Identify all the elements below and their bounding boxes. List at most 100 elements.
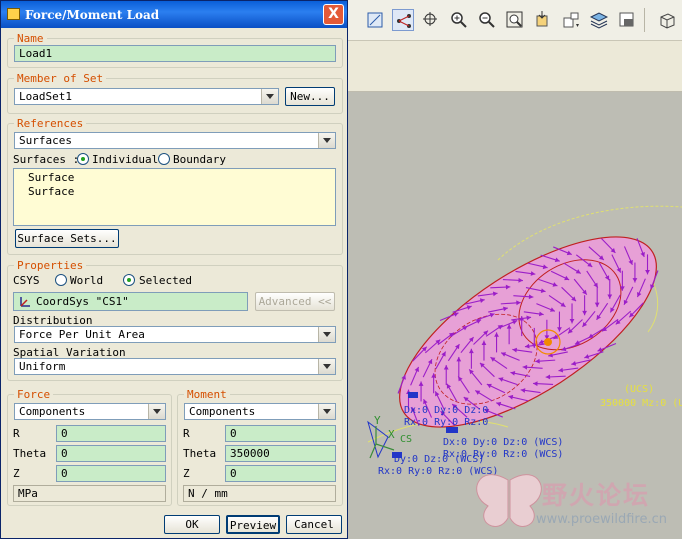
graphics-viewport[interactable]: Y X CS (UCS) 350000 Mz:0 (U Dx:0 Dy:0 Dz… — [348, 92, 682, 539]
force-theta-field[interactable]: 0 — [56, 445, 166, 462]
load-set-combo[interactable]: LoadSet1 — [14, 88, 279, 105]
axis-y-label: Y — [374, 414, 381, 427]
moment-units-field[interactable]: N / mm — [183, 485, 336, 502]
preview-button[interactable]: Preview — [226, 515, 280, 534]
coord-sys-icon — [20, 297, 30, 307]
coord-sys-field[interactable]: CoordSys "CS1" — [13, 292, 248, 311]
reorient-button[interactable] — [532, 9, 554, 31]
constraint-annotation: Rx:0 Ry:0 Rz:0 — [404, 417, 488, 428]
load-set-value: LoadSet1 — [19, 90, 72, 103]
saved-views-button[interactable] — [560, 9, 582, 31]
csys-annotation: CS — [400, 434, 412, 445]
watermark-title: 野火论坛 — [542, 481, 651, 510]
surfaces-label: Surfaces : — [13, 153, 80, 166]
constraint-annotation: Dx:0 Dy:0 Dz:0 — [404, 405, 488, 416]
shading-icon — [367, 12, 383, 28]
moment-z-field[interactable]: 0 — [225, 465, 336, 482]
force-legend: Force — [17, 388, 51, 401]
list-item[interactable]: Surface — [28, 171, 74, 184]
radio-selected[interactable] — [123, 274, 135, 286]
member-of-set-legend: Member of Set — [17, 72, 104, 85]
refit-icon — [506, 11, 523, 28]
chevron-down-icon[interactable] — [318, 359, 335, 374]
radio-individual[interactable] — [77, 153, 89, 165]
name-legend: Name — [17, 32, 44, 45]
spin-center-icon — [423, 12, 437, 26]
moment-r-label: R — [183, 427, 190, 440]
model-tree-settings-button[interactable] — [616, 9, 638, 31]
reference-type-value: Surfaces — [19, 134, 72, 147]
surface-sets-button[interactable]: Surface Sets... — [15, 229, 119, 248]
chevron-down-icon[interactable] — [318, 327, 335, 342]
constraint-annotation: Dy:0 Dz:0 (WCS) — [394, 454, 484, 465]
csys-label: CSYS — [13, 274, 40, 287]
radio-world-label: World — [70, 274, 104, 287]
zoom-out-icon — [479, 12, 495, 28]
moment-mode-value: Components — [189, 405, 256, 418]
chevron-down-icon[interactable] — [318, 404, 335, 419]
spatial-variation-value: Uniform — [19, 360, 66, 373]
dialog-titlebar[interactable]: Force/Moment Load X — [1, 1, 347, 28]
layers-button[interactable] — [588, 9, 610, 31]
radio-boundary-label: Boundary — [173, 153, 226, 166]
radio-world[interactable] — [55, 274, 67, 286]
chevron-down-icon[interactable] — [148, 404, 165, 419]
list-item[interactable]: Surface — [28, 185, 74, 198]
ucs-annotation: (UCS) — [624, 384, 654, 395]
datum-display-button[interactable] — [392, 9, 414, 31]
force-units-field[interactable]: MPa — [13, 485, 166, 502]
shading-toggle-button[interactable] — [364, 9, 386, 31]
chevron-down-icon[interactable] — [261, 89, 278, 104]
force-mode-value: Components — [19, 405, 86, 418]
force-mode-combo[interactable]: Components — [14, 403, 166, 420]
main-application: Y X CS (UCS) 350000 Mz:0 (U Dx:0 Dy:0 Dz… — [348, 0, 682, 539]
moment-theta-label: Theta — [183, 447, 217, 460]
forum-logo — [476, 474, 542, 527]
reference-type-combo[interactable]: Surfaces — [14, 132, 336, 149]
distribution-value: Force Per Unit Area — [19, 328, 145, 341]
properties-legend: Properties — [17, 259, 84, 272]
zoom-in-button[interactable] — [448, 9, 470, 31]
moment-legend: Moment — [187, 388, 227, 401]
saved-views-icon — [563, 12, 579, 28]
spin-center-button[interactable] — [420, 9, 442, 31]
force-theta-label: Theta — [13, 447, 47, 460]
spatial-variation-combo[interactable]: Uniform — [14, 358, 336, 375]
moment-r-field[interactable]: 0 — [225, 425, 336, 442]
moment-theta-field[interactable]: 350000 — [225, 445, 336, 462]
zoom-out-button[interactable] — [476, 9, 498, 31]
surface-list[interactable]: Surface Surface — [13, 168, 336, 226]
constraint-annotation: Rx:0 Ry:0 Rz:0 (WCS) — [378, 466, 498, 477]
dialog-title: Force/Moment Load — [25, 8, 160, 22]
watermark-url: www.proewildfire.cn — [536, 512, 667, 527]
cancel-button[interactable]: Cancel — [286, 515, 342, 534]
radio-individual-label: Individual — [92, 153, 159, 166]
force-moment-load-dialog: Force/Moment Load X Name Load1 Member of… — [0, 0, 348, 539]
zoom-in-icon — [451, 12, 467, 28]
force-z-field[interactable]: 0 — [56, 465, 166, 482]
axis-x-label: X — [388, 428, 395, 441]
cube-icon — [660, 13, 675, 29]
radio-boundary[interactable] — [158, 153, 170, 165]
coord-sys-value: CoordSys "CS1" — [36, 295, 129, 308]
references-legend: References — [17, 117, 84, 130]
name-field[interactable]: Load1 — [14, 45, 336, 62]
view-toolbar — [348, 0, 682, 41]
force-r-field[interactable]: 0 — [56, 425, 166, 442]
moment-mode-combo[interactable]: Components — [184, 403, 336, 420]
view-cube-button[interactable] — [656, 9, 678, 31]
radio-selected-label: Selected — [139, 274, 192, 287]
fem-model-scene[interactable]: Y X CS (UCS) 350000 Mz:0 (U Dx:0 Dy:0 Dz… — [348, 92, 682, 539]
refit-button[interactable] — [504, 9, 526, 31]
force-z-label: Z — [13, 467, 20, 480]
close-button[interactable]: X — [323, 4, 344, 25]
ok-button[interactable]: OK — [164, 515, 220, 534]
camera-icon — [619, 12, 634, 27]
new-load-set-button[interactable]: New... — [285, 87, 335, 106]
reorient-icon — [536, 11, 548, 27]
load-center-dot — [544, 338, 552, 346]
layers-icon — [590, 12, 608, 29]
distribution-combo[interactable]: Force Per Unit Area — [14, 326, 336, 343]
advanced-button[interactable]: Advanced << — [255, 292, 335, 311]
chevron-down-icon[interactable] — [318, 133, 335, 148]
